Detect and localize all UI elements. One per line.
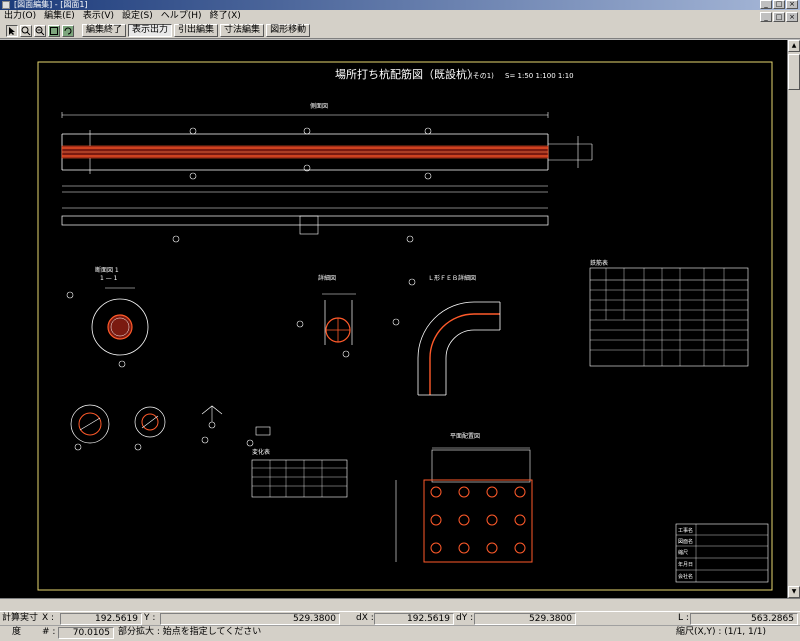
message-status-bar: 度 # : 70.0105 部分拡大 : 始点を指定してください 縮尺(X,Y)… — [0, 625, 800, 641]
vertical-scrollbar[interactable]: ▲ ▼ — [787, 40, 800, 598]
scroll-down-arrow-icon[interactable]: ▼ — [788, 586, 800, 598]
cad-drawing: 場所打ち杭配筋図（既設杭） (その1) S= 1:50 1:100 1:10 側… — [37, 61, 773, 591]
close-button[interactable]: × — [786, 0, 798, 9]
detail-view: 詳細図 — [296, 274, 356, 358]
spacer-table: 変化表 — [251, 448, 348, 498]
dy-value: 529.3800 — [474, 613, 576, 625]
horizontal-scrollbar[interactable] — [0, 598, 800, 612]
main-view-label: 側面図 — [310, 102, 328, 110]
zoom-window-icon[interactable] — [20, 24, 32, 37]
title-block-date: 年月日 — [678, 561, 693, 568]
window-controls: _ □ × — [760, 0, 798, 9]
menu-edit[interactable]: 編集(E) — [40, 10, 79, 23]
doc-window-controls: _ □ × — [760, 11, 800, 22]
angle-value: 70.0105 — [58, 627, 114, 639]
menu-bar: 出力(O) 編集(E) 表示(V) 設定(S) ヘルプ(H) 終了(X) _ □… — [0, 10, 800, 24]
y-value: 529.3800 — [160, 613, 340, 625]
l-label: L : — [678, 613, 689, 623]
x-label: X : — [42, 613, 55, 623]
dx-value: 192.5619 — [374, 613, 454, 625]
menu-exit[interactable]: 終了(X) — [206, 10, 245, 23]
leader-edit-button[interactable]: 引出編集 — [174, 24, 219, 37]
window-titlebar: [図面編集] - [図面1] _ □ × — [0, 0, 800, 10]
title-block-company: 会社名 — [678, 573, 693, 580]
app-icon — [2, 1, 10, 9]
dimension-edit-button[interactable]: 寸法編集 — [220, 24, 265, 37]
redraw-icon[interactable] — [62, 24, 74, 37]
coordinate-status-bar: 計算実寸 X : 192.5619 Y : 529.3800 dX : 192.… — [0, 611, 800, 626]
scroll-up-arrow-icon[interactable]: ▲ — [788, 40, 800, 52]
title-block: 工事名 図面名 縮尺 年月日 会社名 — [675, 523, 769, 583]
measure-mode: 計算実寸 — [2, 613, 39, 623]
fit-all-icon[interactable] — [48, 24, 60, 37]
l-value: 563.2865 — [690, 613, 798, 625]
main-pile-view: 側面図 — [61, 102, 593, 193]
detail-view-label: 詳細図 — [318, 274, 336, 282]
doc-close-button[interactable]: × — [786, 11, 798, 22]
y-label: Y : — [144, 613, 156, 623]
minimize-button[interactable]: _ — [760, 0, 772, 9]
plan-view-label: 平面配置図 — [450, 433, 480, 440]
move-shape-button[interactable]: 図形移動 — [266, 24, 311, 37]
select-arrow-icon[interactable] — [6, 24, 18, 37]
status-message: 部分拡大 : 始点を指定してください — [118, 627, 262, 637]
rebar-length-view — [61, 207, 549, 243]
angle-label: 度 — [12, 627, 22, 637]
title-block-drawing-name: 図面名 — [678, 538, 693, 545]
x-value: 192.5619 — [60, 613, 142, 625]
bend-view-label: Ｌ形ＦＥＢ詳細図 — [428, 274, 476, 282]
angle-field-label: # : — [42, 627, 56, 637]
section-view-label: 断面図 1 — [95, 266, 119, 274]
window-title: [図面編集] - [図面1] — [14, 0, 88, 9]
quantity-table-label: 鉄筋表 — [590, 259, 608, 267]
scale-info: 縮尺(X,Y) : (1/1, 1/1) — [676, 627, 767, 637]
scroll-thumb[interactable] — [788, 54, 800, 90]
end-edit-button[interactable]: 編集終了 — [82, 24, 127, 37]
quantity-table: 鉄筋表 — [589, 259, 749, 367]
drawing-canvas[interactable]: 場所打ち杭配筋図（既設杭） (その1) S= 1:50 1:100 1:10 側… — [0, 40, 787, 598]
zoom-in-icon[interactable] — [34, 24, 46, 37]
section-view: 断面図 1 1 — 1 — [66, 266, 149, 368]
scale-text: S= 1:50 1:100 1:10 — [505, 72, 574, 80]
small-details — [70, 404, 271, 451]
bend-detail-view: Ｌ形ＦＥＢ詳細図 — [392, 274, 501, 396]
sheet-info: (その1) — [470, 72, 494, 80]
menu-view[interactable]: 表示(V) — [79, 10, 118, 23]
title-block-scale: 縮尺 — [678, 549, 688, 556]
menu-output[interactable]: 出力(O) — [0, 10, 40, 23]
menu-help[interactable]: ヘルプ(H) — [157, 10, 206, 23]
dx-label: dX : — [356, 613, 374, 623]
plan-view: 平面配置図 — [395, 433, 533, 563]
section-sub-label: 1 — 1 — [100, 275, 118, 282]
spacer-table-label: 変化表 — [252, 448, 270, 456]
title-block-project: 工事名 — [678, 527, 693, 534]
drawing-title: 場所打ち杭配筋図（既設杭） — [335, 67, 478, 81]
doc-restore-button[interactable]: □ — [773, 11, 785, 22]
display-output-button[interactable]: 表示出力 — [128, 24, 173, 37]
dy-label: dY : — [456, 613, 474, 623]
menu-settings[interactable]: 設定(S) — [118, 10, 157, 23]
maximize-button[interactable]: □ — [773, 0, 785, 9]
doc-minimize-button[interactable]: _ — [760, 11, 772, 22]
toolbar: 編集終了 表示出力 引出編集 寸法編集 図形移動 — [0, 23, 800, 39]
